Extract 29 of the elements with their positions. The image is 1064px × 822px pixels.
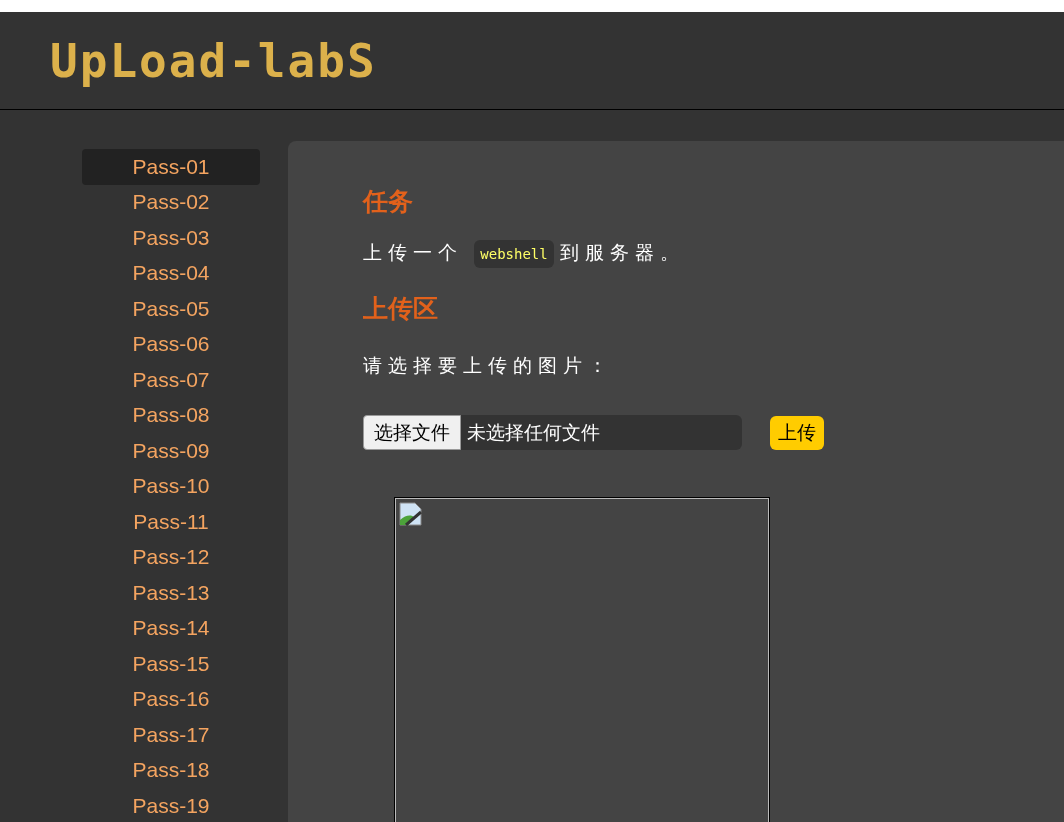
sidebar-item[interactable]: Pass-06: [82, 326, 260, 362]
upload-button[interactable]: 上传: [770, 415, 824, 450]
logo: UpLoad-labS: [50, 33, 377, 88]
file-input[interactable]: 选择文件 未选择任何文件: [363, 415, 742, 450]
section-heading: 任务: [363, 186, 414, 217]
sidebar-item[interactable]: Pass-18: [82, 752, 260, 788]
sidebar-item[interactable]: Pass-01: [82, 149, 260, 185]
choose-file-button[interactable]: 选择文件: [363, 415, 461, 450]
sidebar-item[interactable]: Pass-17: [82, 717, 260, 753]
sidebar-item[interactable]: Pass-09: [82, 433, 260, 469]
task-text: 上传一个 webshell 到服务器。: [363, 240, 1064, 266]
sidebar-item[interactable]: Pass-03: [82, 220, 260, 256]
sidebar-item[interactable]: Pass-02: [82, 184, 260, 220]
sidebar-item[interactable]: Pass-11: [82, 504, 260, 540]
upload-prompt: 请选择要上传的图片：: [363, 354, 614, 378]
sidebar-item[interactable]: Pass-16: [82, 681, 260, 717]
sidebar-item[interactable]: Pass-07: [82, 362, 260, 398]
sidebar-item[interactable]: Pass-12: [82, 539, 260, 575]
sidebar-item[interactable]: Pass-14: [82, 610, 260, 646]
sidebar-item[interactable]: Pass-08: [82, 397, 260, 433]
sidebar-item[interactable]: Pass-10: [82, 468, 260, 504]
file-status: 未选择任何文件: [467, 420, 600, 445]
code-snippet: webshell: [474, 240, 554, 268]
sidebar-item[interactable]: Pass-19: [82, 788, 260, 822]
sidebar-item[interactable]: Pass-05: [82, 291, 260, 327]
section-heading: 上传区: [363, 293, 439, 324]
sidebar-item[interactable]: Pass-13: [82, 575, 260, 611]
sidebar-item[interactable]: Pass-04: [82, 255, 260, 291]
sidebar-item[interactable]: Pass-15: [82, 646, 260, 682]
